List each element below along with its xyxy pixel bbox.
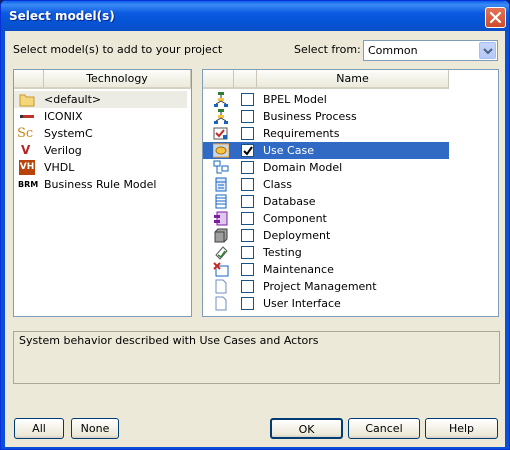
model-item-deployment[interactable]: Deployment <box>203 227 449 244</box>
technology-item-label: ICONIX <box>44 110 83 123</box>
technology-item-iconix[interactable]: ICONIX <box>14 108 187 125</box>
model-checkbox[interactable] <box>241 93 254 106</box>
select-models-dialog: Select model(s) Select model(s) to add t… <box>0 0 510 450</box>
technology-item-business-rule-model[interactable]: BRM Business Rule Model <box>14 176 187 193</box>
model-item-label: Use Case <box>263 144 314 157</box>
technology-item-verilog[interactable]: V Verilog <box>14 142 187 159</box>
bpel-icon <box>214 92 228 107</box>
model-item-class[interactable]: Class <box>203 176 449 193</box>
none-button[interactable]: None <box>71 418 119 439</box>
model-item-label: Deployment <box>263 229 331 242</box>
model-checkbox[interactable] <box>241 280 254 293</box>
model-item-database[interactable]: Database <box>203 193 449 210</box>
systemc-icon: Sc <box>17 126 34 141</box>
testing-icon <box>215 246 228 260</box>
maintenance-icon <box>213 262 229 277</box>
model-checkbox[interactable] <box>241 263 254 276</box>
model-item-user-interface[interactable]: User Interface <box>203 295 449 312</box>
technology-item-label: SystemC <box>44 127 93 140</box>
technology-item-vhdl[interactable]: VH VHDL <box>14 159 187 176</box>
window-frame-left <box>1 31 5 449</box>
technology-icon-column-header[interactable] <box>14 70 44 89</box>
folder-icon <box>19 94 35 107</box>
class-icon <box>215 177 227 192</box>
database-icon <box>215 194 227 209</box>
requirements-icon <box>213 127 228 140</box>
technology-item-default[interactable]: <default> <box>14 91 187 108</box>
model-checkbox[interactable] <box>241 127 254 140</box>
domain-model-icon <box>213 160 229 174</box>
window-frame-right <box>505 31 509 449</box>
model-item-business-process[interactable]: Business Process <box>203 108 449 125</box>
technology-column-header[interactable]: Technology <box>44 70 191 89</box>
select-from-dropdown[interactable]: Common <box>363 40 498 61</box>
model-checkbox[interactable] <box>241 144 254 157</box>
close-button[interactable] <box>485 7 506 28</box>
model-item-label: Requirements <box>263 127 340 140</box>
model-item-label: Testing <box>263 246 302 259</box>
checkmark-icon <box>243 146 253 156</box>
model-list[interactable]: Name BPEL Model Business Process Require… <box>202 69 499 317</box>
select-from-label: Select from: <box>294 43 361 56</box>
technology-item-systemc[interactable]: Sc SystemC <box>14 125 187 142</box>
technology-item-label: Verilog <box>44 144 82 157</box>
model-item-label: Maintenance <box>263 263 334 276</box>
ok-button[interactable]: OK <box>270 418 343 439</box>
model-checkbox[interactable] <box>241 161 254 174</box>
model-checkbox[interactable] <box>241 229 254 242</box>
vhdl-icon: VH <box>19 160 35 175</box>
model-item-testing[interactable]: Testing <box>203 244 449 261</box>
model-item-label: Class <box>263 178 292 191</box>
description-text: System behavior described with Use Cases… <box>19 334 319 347</box>
project-management-icon <box>215 279 227 294</box>
model-item-component[interactable]: Component <box>203 210 449 227</box>
verilog-icon: V <box>21 143 31 157</box>
cancel-button[interactable]: Cancel <box>348 418 420 439</box>
close-icon <box>489 11 502 24</box>
description-panel: System behavior described with Use Cases… <box>13 331 500 384</box>
model-item-use-case[interactable]: Use Case <box>203 142 449 159</box>
window-title: Select model(s) <box>9 9 115 23</box>
user-interface-icon <box>215 296 227 311</box>
model-item-project-management[interactable]: Project Management <box>203 278 449 295</box>
iconix-icon <box>20 115 34 118</box>
component-icon <box>214 211 228 226</box>
model-item-bpel-model[interactable]: BPEL Model <box>203 91 449 108</box>
model-item-domain-model[interactable]: Domain Model <box>203 159 449 176</box>
title-bar[interactable]: Select model(s) <box>1 1 509 31</box>
model-checkbox[interactable] <box>241 297 254 310</box>
model-checkbox[interactable] <box>241 246 254 259</box>
technology-list[interactable]: Technology <default> ICONIX Sc SystemC V… <box>13 69 192 317</box>
model-checkbox[interactable] <box>241 195 254 208</box>
model-checkbox[interactable] <box>241 212 254 225</box>
model-item-label: Project Management <box>263 280 377 293</box>
model-item-label: Component <box>263 212 327 225</box>
model-item-maintenance[interactable]: Maintenance <box>203 261 449 278</box>
brm-icon: BRM <box>18 180 39 189</box>
model-item-label: User Interface <box>263 297 341 310</box>
technology-item-label: VHDL <box>44 161 75 174</box>
model-item-label: Business Process <box>263 110 357 123</box>
model-name-column-header[interactable]: Name <box>257 70 449 89</box>
deployment-icon <box>214 228 228 243</box>
business-process-icon <box>214 109 228 124</box>
instruction-text: Select model(s) to add to your project <box>13 43 223 56</box>
model-item-label: Domain Model <box>263 161 343 174</box>
technology-item-label: <default> <box>44 93 102 106</box>
model-item-label: BPEL Model <box>263 93 327 106</box>
help-button[interactable]: Help <box>425 418 498 439</box>
dropdown-arrow-button[interactable] <box>479 42 496 59</box>
model-checkbox[interactable] <box>241 110 254 123</box>
model-item-label: Database <box>263 195 316 208</box>
model-check-column-header[interactable] <box>234 70 257 89</box>
chevron-down-icon <box>483 48 493 55</box>
all-button[interactable]: All <box>14 418 64 439</box>
select-from-value: Common <box>368 44 418 57</box>
model-item-requirements[interactable]: Requirements <box>203 125 449 142</box>
model-icon-column-header[interactable] <box>203 70 234 89</box>
use-case-icon <box>213 143 229 158</box>
technology-item-label: Business Rule Model <box>44 178 157 191</box>
model-checkbox[interactable] <box>241 178 254 191</box>
